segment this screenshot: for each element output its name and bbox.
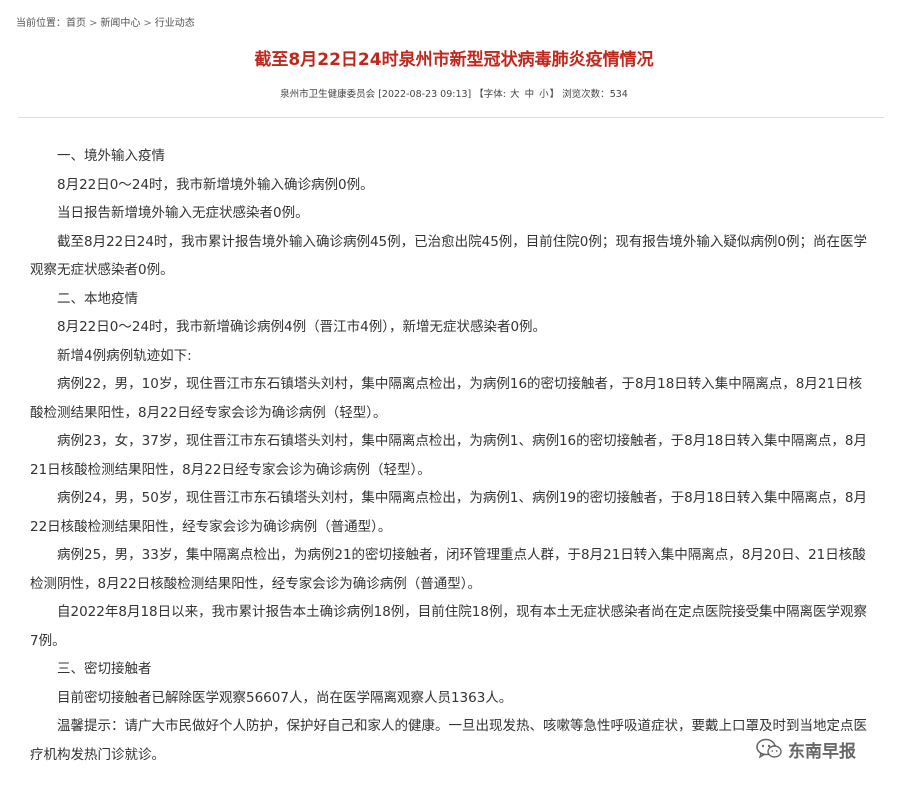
watermark-text: 东南早报 <box>788 741 856 762</box>
breadcrumb-news-center-link[interactable]: 新闻中心 <box>100 18 140 29</box>
reminder-paragraph: 温馨提示：请广大市民做好个人防护，保护好自己和家人的健康。一旦出现发热、咳嗽等急… <box>30 718 867 763</box>
breadcrumb-industry-news-link[interactable]: 行业动态 <box>155 18 195 29</box>
breadcrumb-prefix: 当前位置： <box>16 18 66 29</box>
article-paragraph: 8月22日0～24时，我市新增确诊病例4例（晋江市4例），新增无症状感染者0例。 <box>57 319 547 335</box>
article-title: 截至8月22日24时泉州市新型冠状病毒肺炎疫情情况 <box>254 50 654 70</box>
font-size-small-button[interactable]: 小 <box>539 89 549 100</box>
article-paragraph: 目前密切接触者已解除医学观察56607人，尚在医学隔离观察人员1363人。 <box>57 689 513 706</box>
section-heading-imported: 一、境外输入疫情 <box>57 148 165 164</box>
case-paragraph: 病例24，男，50岁，现住晋江市东石镇塔头刘村，集中隔离点检出，为病例1、病例1… <box>30 490 867 535</box>
article-datetime: [2022-08-23 09:13] <box>378 89 472 100</box>
article-body: 一、境外输入疫情 8月22日0～24时，我市新增境外输入确诊病例0例。 当日报告… <box>30 142 875 769</box>
font-size-label-open: 【字体: <box>474 89 506 100</box>
section-heading-local: 二、本地疫情 <box>57 290 138 307</box>
title-divider <box>18 117 884 118</box>
views-label: 浏览次数： <box>562 89 610 100</box>
case-paragraph: 病例23，女，37岁，现住晋江市东石镇塔头刘村，集中隔离点检出，为病例1、病例1… <box>30 433 867 478</box>
case-paragraph: 病例25，男，33岁，集中隔离点检出，为病例21的密切接触者，闭环管理重点人群，… <box>30 547 866 592</box>
breadcrumb-home-link[interactable]: 首页 <box>66 18 86 29</box>
article-paragraph: 截至8月22日24时，我市累计报告境外输入确诊病例45例，已治愈出院45例，目前… <box>30 233 867 279</box>
article-paragraph: 当日报告新增境外输入无症状感染者0例。 <box>57 205 309 221</box>
case-paragraph: 病例22，男，10岁，现住晋江市东石镇塔头刘村，集中隔离点检出，为病例16的密切… <box>30 376 863 421</box>
breadcrumb-separator: > <box>143 18 152 29</box>
wechat-icon <box>756 738 782 760</box>
font-size-large-button[interactable]: 大 <box>510 89 520 100</box>
watermark: 东南早报 <box>756 734 856 764</box>
breadcrumb-separator: > <box>89 18 98 29</box>
font-size-medium-button[interactable]: 中 <box>525 89 535 100</box>
article-source: 泉州市卫生健康委员会 <box>280 89 376 100</box>
article-meta: 泉州市卫生健康委员会 [2022-08-23 09:13] 【字体: 大 中 小… <box>0 86 908 100</box>
article-paragraph: 8月22日0～24时，我市新增境外输入确诊病例0例。 <box>57 176 374 193</box>
font-size-label-close: 】 <box>549 89 560 100</box>
views-count: 534 <box>609 89 628 100</box>
section-heading-contacts: 三、密切接触者 <box>57 661 152 677</box>
article-paragraph: 新增4例病例轨迹如下: <box>57 347 192 364</box>
breadcrumb: 当前位置：首页 > 新闻中心 > 行业动态 <box>16 14 195 29</box>
article-paragraph: 自2022年8月18日以来，我市累计报告本土确诊病例18例，目前住院18例，现有… <box>30 604 867 649</box>
